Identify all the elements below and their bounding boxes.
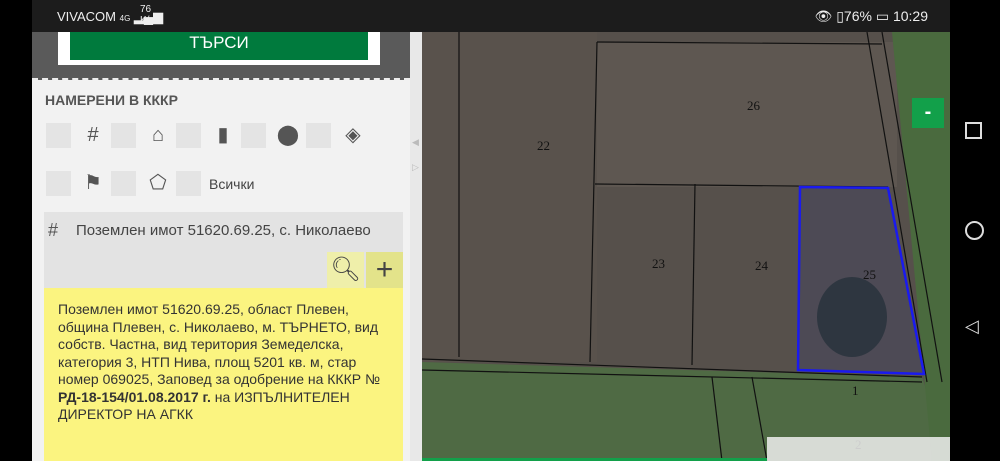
flag-icon: ⚑ xyxy=(84,172,102,194)
zoom-to-button[interactable]: 🔍︎ xyxy=(327,252,364,288)
home-button[interactable] xyxy=(965,221,984,240)
plus-icon: + xyxy=(375,253,394,286)
filter-all-label: Всички xyxy=(209,175,255,192)
filter-checkbox-building[interactable] xyxy=(111,123,136,148)
result-item[interactable]: # Поземлен имот 51620.69.25, с. Николаев… xyxy=(44,212,403,288)
map[interactable]: 22 26 23 24 25 1 2 - xyxy=(422,32,950,461)
recents-button[interactable] xyxy=(965,122,982,139)
location-pin-icon: ⬤ xyxy=(276,124,300,146)
add-button[interactable]: + xyxy=(366,252,403,288)
home-icon: ⌂ xyxy=(151,124,165,146)
panel-splitter[interactable]: ◀ ▷ xyxy=(410,32,422,461)
search-button[interactable]: ТЪРСИ xyxy=(70,32,368,60)
battery-icon: ▭ xyxy=(875,8,890,24)
result-title: Поземлен имот 51620.69.25, с. Николаево xyxy=(76,222,371,239)
parcel-label-24: 24 xyxy=(755,258,769,273)
android-nav-bar: ◁ xyxy=(950,0,1000,461)
search-area: ТЪРСИ xyxy=(32,32,410,80)
search-icon: 🔍︎ xyxy=(330,256,361,283)
status-right: 👁 ▯76% ▭ 10:29 xyxy=(814,8,928,24)
filter-checkbox-all[interactable] xyxy=(176,171,201,196)
grid-icon: # xyxy=(48,220,59,240)
status-bar: VIVACOM 4G ▂▄▆ 76 K/s 👁 ▯76% ▭ 10:29 xyxy=(32,0,950,32)
vibrate-icon: ▯ xyxy=(836,8,844,24)
polygon-icon: ⬠ xyxy=(149,172,167,194)
parcel-label-23: 23 xyxy=(652,256,665,271)
filter-checkbox-polygon[interactable] xyxy=(111,171,136,196)
found-heading: НАМЕРЕНИ В КККР xyxy=(45,92,178,108)
filter-checkbox-layers[interactable] xyxy=(306,123,331,148)
side-panel: ТЪРСИ НАМЕРЕНИ В КККР # ⌂ ▮ ⬤ ◈ ⚑ ⬠ Всич… xyxy=(32,32,410,461)
grid-icon: # xyxy=(87,124,99,146)
eye-icon: 👁 xyxy=(814,8,833,24)
parcel-label-22: 22 xyxy=(537,138,550,153)
parcel-label-25: 25 xyxy=(863,267,876,282)
back-button[interactable]: ◁ xyxy=(965,316,985,336)
zoom-out-button[interactable]: - xyxy=(912,98,944,128)
filter-checkbox-unit[interactable] xyxy=(176,123,201,148)
parcel-info: Поземлен имот 51620.69.25, област Плевен… xyxy=(44,288,403,461)
satellite-map: 22 26 23 24 25 1 2 xyxy=(422,32,950,461)
layers-icon: ◈ xyxy=(345,124,361,146)
parcel-label-26: 26 xyxy=(747,98,761,113)
filter-checkbox-parcel[interactable] xyxy=(46,123,71,148)
parcel-label-1: 1 xyxy=(852,383,859,398)
filter-checkbox-point[interactable] xyxy=(241,123,266,148)
filter-checkbox-flag[interactable] xyxy=(46,171,71,196)
door-icon: ▮ xyxy=(217,124,229,146)
network-speed: 76 K/s xyxy=(140,4,155,26)
